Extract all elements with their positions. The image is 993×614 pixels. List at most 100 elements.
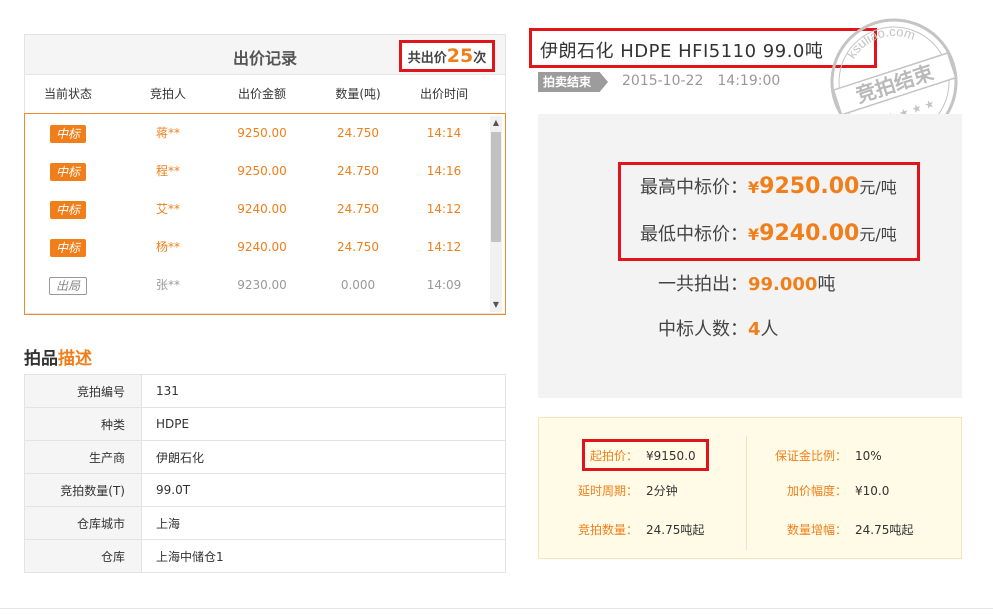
winner-count: 中标人数：4人 [658, 315, 779, 341]
bid-count-prefix: 共出价 [407, 51, 447, 66]
scroll-up-icon[interactable]: ▲ [490, 116, 502, 130]
table-row: 中标 杨** 9240.00 24.750 14:12 [25, 228, 505, 266]
delay-period-label: 延时周期： [578, 484, 639, 498]
desc-key: 种类 [24, 407, 142, 441]
min-winning-price: 最低中标价：¥9240.00元/吨 [640, 220, 897, 246]
desc-value: 伊朗石化 [141, 440, 506, 474]
bid-time: 14:12 [426, 202, 462, 216]
bid-count-suffix: 次 [473, 51, 487, 66]
table-row: 中标 蒋** 9250.00 24.750 14:14 [25, 114, 505, 152]
max-price-currency: ¥ [748, 178, 760, 197]
status-badge: 中标 [49, 200, 86, 219]
start-price: 起拍价： ¥9150.0 [590, 447, 696, 464]
auction-end-time: 2015-10-22 14:19:00 [622, 73, 794, 89]
deposit-ratio-value: 10% [855, 449, 882, 463]
table-row: 竞拍数量(T) 99.0T [24, 473, 506, 507]
scroll-thumb[interactable] [491, 132, 501, 242]
bid-quantity: 0.000 [340, 278, 376, 292]
table-row: 仓库 上海中储仓1 [24, 539, 506, 573]
desc-value: 上海中储仓1 [141, 539, 506, 573]
start-price-label: 起拍价： [590, 449, 639, 463]
bid-amount: 9240.00 [237, 202, 287, 216]
bidder-name: 张** [155, 278, 180, 292]
description-heading-main: 拍品 [24, 349, 58, 369]
bid-quantity: 24.750 [337, 164, 379, 178]
table-row: 种类 HDPE [24, 407, 506, 441]
status-badge: 中标 [49, 238, 86, 257]
bid-quantity: 24.750 [337, 126, 379, 140]
max-winning-price: 最高中标价：¥9250.00元/吨 [640, 173, 897, 199]
table-row: 中标 艾** 9240.00 24.750 14:12 [25, 190, 505, 228]
desc-key: 仓库城市 [24, 506, 142, 540]
max-price-value: 9250.00 [759, 174, 860, 199]
bidder-name: 艾** [155, 202, 180, 216]
delay-period-value: 2分钟 [646, 484, 678, 498]
column-header-status: 当前状态 [43, 87, 92, 101]
max-price-label: 最高中标价： [640, 177, 748, 198]
bid-quantity: 竞拍数量： 24.75吨起 [578, 521, 704, 538]
bid-quantity-label: 竞拍数量： [578, 523, 639, 537]
min-price-currency: ¥ [748, 225, 760, 244]
total-sold-unit: 吨 [817, 274, 836, 295]
column-header-bidder: 竞拍人 [149, 87, 186, 101]
bid-record-header: 出价记录 共出价25次 [25, 35, 505, 75]
winner-count-label: 中标人数： [658, 319, 748, 340]
bid-quantity-value: 24.75吨起 [646, 523, 705, 537]
bid-time: 14:12 [426, 240, 462, 254]
bid-table-header: 当前状态 竞拍人 出价金额 数量(吨) 出价时间 [25, 75, 505, 114]
desc-key: 生产商 [24, 440, 142, 474]
bid-amount: 9250.00 [237, 126, 287, 140]
table-row: 出局 张** 9230.00 0.000 14:09 [25, 266, 505, 304]
bid-time: 14:16 [426, 164, 462, 178]
desc-key: 仓库 [24, 539, 142, 573]
start-price-value: ¥9150.0 [646, 449, 696, 463]
description-table: 竞拍编号 131 种类 HDPE 生产商 伊朗石化 竞拍数量(T) 99.0T 仓库城市… [24, 374, 506, 573]
desc-value: 131 [141, 374, 506, 408]
description-heading: 拍品描述 [24, 344, 92, 369]
footer-divider [0, 608, 993, 609]
status-badge: 中标 [49, 162, 86, 181]
deposit-ratio: 保证金比例： 10% [775, 447, 882, 464]
total-sold-label: 一共拍出： [658, 274, 748, 295]
column-header-time: 出价时间 [419, 87, 468, 101]
description-heading-accent: 描述 [58, 349, 92, 369]
desc-key: 竞拍数量(T) [24, 473, 142, 507]
max-price-unit: 元/吨 [859, 178, 897, 197]
bid-record-panel: 出价记录 共出价25次 当前状态 竞拍人 出价金额 数量(吨) 出价时间 中标 … [24, 34, 506, 315]
min-price-value: 9240.00 [759, 221, 860, 246]
quantity-step-value: 24.75吨起 [855, 523, 914, 537]
desc-value: HDPE [141, 407, 506, 441]
bid-time: 14:09 [426, 278, 462, 292]
table-row: 生产商 伊朗石化 [24, 440, 506, 474]
column-header-quantity: 数量(吨) [335, 87, 381, 101]
product-title-box: 伊朗石化 HDPE HFI5110 99.0吨 [529, 28, 877, 68]
bid-quantity: 24.750 [337, 240, 379, 254]
product-title: 伊朗石化 HDPE HFI5110 99.0吨 [540, 41, 824, 62]
deposit-ratio-label: 保证金比例： [775, 449, 848, 463]
bid-quantity: 24.750 [337, 202, 379, 216]
desc-value: 上海 [141, 506, 506, 540]
column-header-amount: 出价金额 [237, 87, 286, 101]
price-increment-value: ¥10.0 [855, 484, 890, 498]
quantity-step: 数量增幅： 24.75吨起 [787, 521, 913, 538]
bid-amount: 9240.00 [237, 240, 287, 254]
delay-period: 延时周期： 2分钟 [578, 482, 678, 499]
total-sold-value: 99.000 [748, 274, 818, 295]
desc-key: 竞拍编号 [24, 374, 142, 408]
bid-count-number: 25 [446, 45, 474, 67]
table-row: 中标 程** 9250.00 24.750 14:16 [25, 152, 505, 190]
bidder-name: 杨** [155, 240, 180, 254]
bid-amount: 9230.00 [237, 278, 287, 292]
scroll-down-icon[interactable]: ▼ [490, 298, 502, 312]
end-date: 2015-10-22 [622, 73, 704, 89]
table-row: 竞拍编号 131 [24, 374, 506, 408]
bidder-name: 蒋** [155, 126, 180, 140]
min-price-unit: 元/吨 [859, 225, 897, 244]
bid-count-badge: 共出价25次 [399, 40, 495, 72]
bid-list[interactable]: 中标 蒋** 9250.00 24.750 14:14 中标 程** 9250.… [24, 113, 506, 315]
desc-value: 99.0T [141, 473, 506, 507]
bid-list-scrollbar[interactable]: ▲ ▼ [490, 116, 502, 312]
rules-divider [746, 436, 747, 550]
bidder-name: 程** [155, 164, 180, 178]
min-price-label: 最低中标价： [640, 224, 748, 245]
